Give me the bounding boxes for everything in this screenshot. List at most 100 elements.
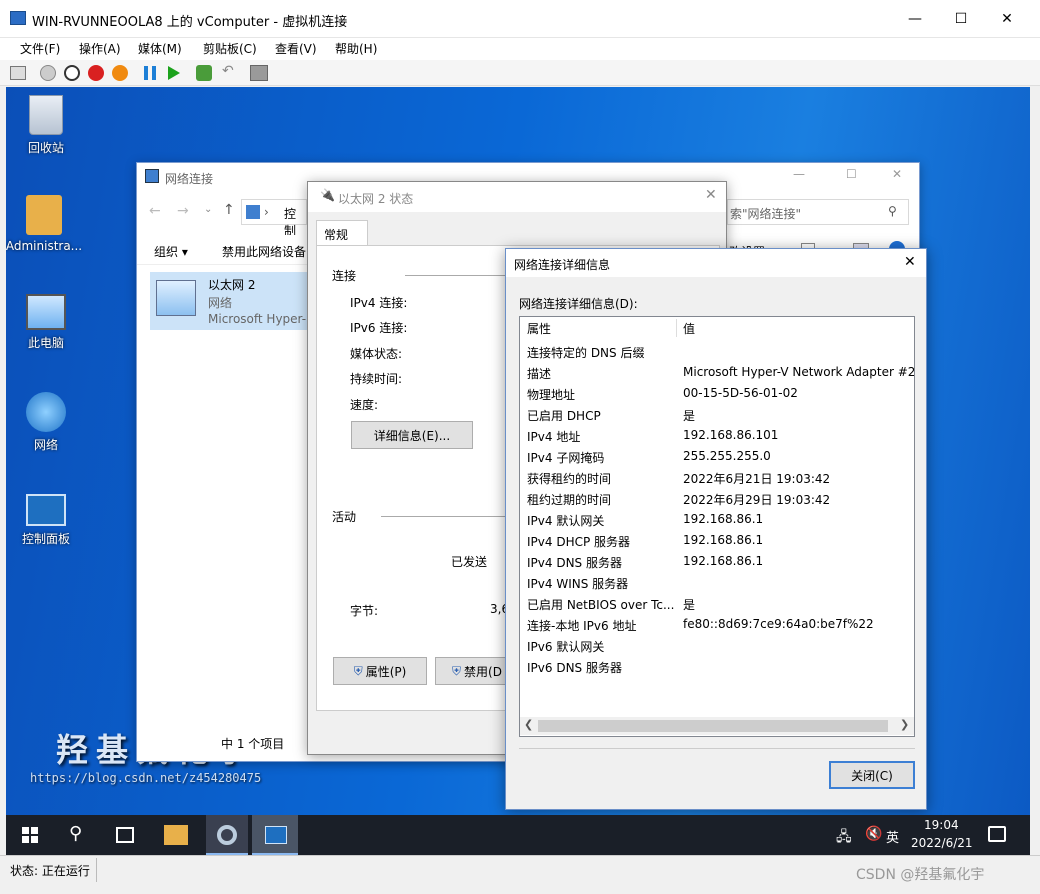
clock-date[interactable]: 2022/6/21 — [911, 836, 973, 850]
table-row[interactable]: 描述 Microsoft Hyper-V Network Adapter #2 — [520, 362, 914, 383]
desktop-icon-recycle-bin[interactable]: 回收站 — [6, 95, 86, 156]
vm-icon — [10, 11, 26, 25]
explorer-close-button[interactable]: ✕ — [892, 167, 902, 181]
menu-file[interactable]: 文件(F) — [20, 40, 60, 57]
shutdown-icon[interactable] — [88, 65, 104, 81]
horizontal-scrollbar[interactable]: ❮ ❯ — [520, 717, 914, 735]
table-row[interactable]: 物理地址 00-15-5D-56-01-02 — [520, 383, 914, 404]
value-cell: 192.168.86.1 — [683, 533, 764, 547]
property-cell: 租约过期的时间 — [527, 493, 612, 507]
table-row[interactable]: 已启用 NetBIOS over Tc... 是 — [520, 593, 914, 614]
start-icon[interactable] — [40, 65, 56, 81]
status-title: 以太网 2 状态 — [338, 192, 414, 206]
property-cell: 获得租约的时间 — [527, 472, 612, 486]
ctrl-alt-del-icon[interactable] — [10, 66, 26, 80]
back-arrow-icon[interactable]: ← — [149, 203, 161, 219]
table-row[interactable]: IPv4 DHCP 服务器 192.168.86.1 — [520, 530, 914, 551]
table-row[interactable]: 获得租约的时间 2022年6月21日 19:03:42 — [520, 467, 914, 488]
details-label: 网络连接详细信息(D): — [519, 297, 638, 311]
up-arrow-icon[interactable]: ↑ — [223, 202, 235, 218]
property-cell: IPv4 WINS 服务器 — [527, 577, 629, 591]
address-bar[interactable]: › 控制 — [241, 199, 307, 238]
scroll-left-icon[interactable]: ❮ — [524, 718, 533, 731]
properties-button[interactable]: ⛨ 属性(P) — [333, 657, 427, 685]
column-divider[interactable] — [676, 319, 677, 337]
recent-dropdown-icon[interactable]: ⌄ — [204, 204, 212, 215]
details-close-icon[interactable]: ✕ — [904, 254, 916, 270]
menu-clipboard[interactable]: 剪贴板(C) — [203, 40, 257, 57]
menu-help[interactable]: 帮助(H) — [335, 40, 377, 57]
menu-action[interactable]: 操作(A) — [79, 40, 121, 57]
desktop-icon-control-panel[interactable]: 控制面板 — [6, 494, 86, 547]
column-header-property[interactable]: 属性 — [527, 320, 677, 337]
table-row[interactable]: IPv4 默认网关 192.168.86.1 — [520, 509, 914, 530]
save-state-icon[interactable] — [112, 65, 128, 81]
table-row[interactable]: 租约过期的时间 2022年6月29日 19:03:42 — [520, 488, 914, 509]
value-cell: 2022年6月29日 19:03:42 — [683, 493, 831, 507]
media-state-label: 媒体状态: — [350, 347, 403, 361]
search-box[interactable]: 索"网络连接" ⚲ — [727, 199, 909, 225]
network-status-icon[interactable]: 🖧 — [836, 826, 852, 850]
close-dialog-button[interactable]: 关闭(C) — [829, 761, 915, 789]
table-row[interactable]: IPv4 DNS 服务器 192.168.86.1 — [520, 551, 914, 572]
table-row[interactable]: IPv6 默认网关 — [520, 635, 914, 656]
menu-view[interactable]: 查看(V) — [275, 40, 317, 57]
organize-button[interactable]: 组织 ▾ — [154, 243, 188, 260]
pause-icon[interactable] — [144, 66, 156, 80]
maximize-button[interactable]: ☐ — [938, 0, 984, 38]
task-view-icon[interactable] — [116, 827, 134, 843]
notification-icon[interactable] — [988, 826, 1006, 842]
scrollbar-thumb[interactable] — [538, 720, 888, 732]
details-titlebar: 网络连接详细信息 ✕ — [506, 249, 926, 277]
scroll-right-icon[interactable]: ❯ — [900, 718, 909, 731]
volume-muted-icon[interactable]: 🔇 — [865, 826, 882, 842]
input-language[interactable]: 英 — [886, 827, 899, 846]
group-divider — [405, 275, 515, 276]
property-cell: 连接特定的 DNS 后缀 — [527, 346, 645, 360]
column-header-value[interactable]: 值 — [683, 320, 695, 337]
revert-icon[interactable]: ↶ — [222, 63, 234, 79]
value-cell: 255.255.255.0 — [683, 449, 771, 463]
desktop-icon-network[interactable]: 网络 — [6, 392, 86, 453]
shield-icon: ⛨ — [353, 663, 363, 678]
table-row[interactable]: 连接特定的 DNS 后缀 — [520, 341, 914, 362]
forward-arrow-icon[interactable]: → — [177, 203, 189, 219]
resume-icon[interactable] — [168, 66, 180, 80]
menu-media[interactable]: 媒体(M) — [138, 40, 182, 57]
property-cell: 已启用 NetBIOS over Tc... — [527, 598, 675, 612]
explorer-maximize-button[interactable]: ☐ — [846, 167, 857, 181]
windows-start-icon[interactable] — [22, 827, 38, 843]
checkpoint-icon[interactable] — [196, 65, 212, 81]
desktop-icon-this-pc[interactable]: 此电脑 — [6, 294, 86, 351]
address-text: 控制 — [284, 207, 297, 238]
turn-off-icon[interactable] — [64, 65, 80, 81]
table-row[interactable]: IPv6 DNS 服务器 — [520, 656, 914, 677]
table-row[interactable]: 已启用 DHCP 是 — [520, 404, 914, 425]
details-listview[interactable]: 属性 值 连接特定的 DNS 后缀描述 Microsoft Hyper-V Net… — [519, 316, 915, 737]
tab-general[interactable]: 常规 — [316, 220, 368, 246]
table-row[interactable]: IPv4 子网掩码 255.255.255.0 — [520, 446, 914, 467]
desktop-icon-user[interactable]: Administra... — [6, 195, 84, 253]
table-row[interactable]: 连接-本地 IPv6 地址 fe80::8d69:7ce9:64a0:be7f%2… — [520, 614, 914, 635]
status-close-button[interactable]: ✕ — [705, 187, 717, 203]
minimize-button[interactable]: — — [892, 0, 938, 38]
adapter-item-ethernet2[interactable]: 以太网 2 网络 Microsoft Hyper- — [150, 272, 320, 330]
enhanced-session-icon[interactable] — [250, 65, 268, 81]
search-icon[interactable]: ⚲ — [69, 823, 82, 844]
value-cell: 192.168.86.1 — [683, 554, 764, 568]
disable-device-button[interactable]: 禁用此网络设备 — [222, 243, 306, 260]
file-explorer-icon[interactable] — [164, 825, 188, 845]
taskbar-settings-app[interactable] — [206, 815, 248, 855]
close-button[interactable]: ✕ — [984, 0, 1030, 38]
taskbar-control-panel-app[interactable] — [252, 815, 298, 855]
table-row[interactable]: IPv4 地址 192.168.86.101 — [520, 425, 914, 446]
vm-statusbar: 状态: 正在运行 CSDN @羟基氟化宇 — [0, 855, 1040, 894]
explorer-minimize-button[interactable]: — — [793, 167, 805, 181]
network-globe-icon — [26, 392, 66, 432]
duration-label: 持续时间: — [350, 372, 403, 386]
table-row[interactable]: IPv4 WINS 服务器 — [520, 572, 914, 593]
disable-button[interactable]: ⛨ 禁用(D — [435, 657, 509, 685]
details-button[interactable]: 详细信息(E)... — [351, 421, 473, 449]
clock-time[interactable]: 19:04 — [924, 818, 959, 832]
properties-label: 属性(P) — [365, 664, 407, 679]
